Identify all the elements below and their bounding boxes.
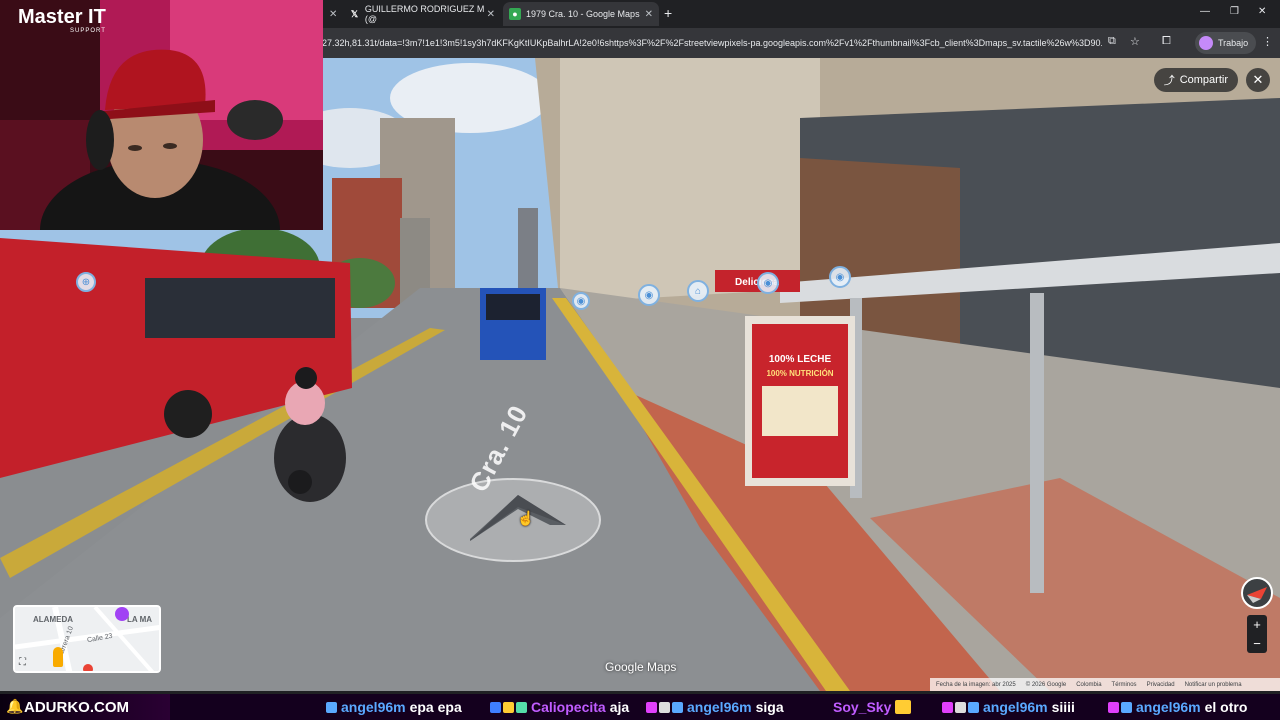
zoom-in-button[interactable]: + [1247, 615, 1267, 634]
close-tab-icon[interactable]: ✕ [487, 9, 495, 20]
poi-marker[interactable]: ⊕ [76, 272, 96, 292]
badge-icon [659, 701, 670, 713]
badge-icon [646, 701, 657, 713]
tab-partial[interactable]: ✕ [323, 2, 337, 26]
share-icon: ⤴ [1163, 75, 1175, 87]
badge-icon [503, 701, 514, 713]
country-link[interactable]: Colombia [1076, 682, 1101, 688]
screen: ✕ 𝕏 GUILLERMO RODRIGUEZ M (@ ✕ ● 1979 Cr… [0, 0, 1280, 720]
copyright: © 2026 Google [1025, 681, 1067, 688]
compass-icon[interactable] [1241, 577, 1273, 609]
privacy-link[interactable]: Privacidad [1147, 682, 1175, 688]
webcam-image [0, 0, 323, 230]
image-date: Fecha de la imagen: abr 2025 [936, 681, 1016, 688]
expand-map-icon[interactable]: ⛶ [19, 657, 26, 668]
chat-text: siiii [1051, 699, 1075, 715]
chat-text: aja [609, 699, 630, 715]
poi-marker[interactable]: ◉ [572, 292, 590, 310]
location-dot-icon [83, 664, 93, 671]
chat-username: angel96m [687, 699, 752, 715]
poi-marker[interactable]: ◉ [829, 266, 851, 288]
shopping-poi-icon[interactable]: ⌂ [687, 280, 709, 302]
minimap-label: LA MA [127, 615, 153, 624]
attribution-bar: Fecha de la imagen: abr 2025 © 2026 Goog… [930, 678, 1280, 691]
chat-message: angel96m siiii [942, 699, 1075, 715]
maximize-icon[interactable]: ❐ [1230, 6, 1239, 17]
chat-message: angel96m el otro [1108, 699, 1247, 715]
profile-button[interactable]: Trabajo [1195, 32, 1257, 54]
poi-marker[interactable]: ◉ [638, 284, 660, 306]
minimap-label: ALAMEDA [33, 615, 73, 624]
chat-message: angel96m siga [646, 699, 784, 715]
chat-message: angel96m epa epa [326, 699, 462, 715]
svg-text:100% LECHE: 100% LECHE [769, 354, 832, 365]
zoom-control: + − [1247, 615, 1267, 653]
brand-banner: 🔔 ADURKO.COM [0, 694, 170, 720]
stream-logo-sub: SUPPORT [70, 28, 106, 34]
tab-title: GUILLERMO RODRIGUEZ M (@ [364, 4, 485, 24]
chat-text: epa epa [409, 699, 462, 715]
new-tab-icon[interactable]: + [664, 5, 672, 21]
minimap-poi-icon [115, 607, 129, 621]
pegman-icon[interactable] [53, 647, 63, 667]
close-tab-icon[interactable]: ✕ [645, 9, 653, 20]
bookmark-star-icon[interactable]: ☆ [1130, 35, 1140, 48]
avatar [1199, 36, 1213, 50]
share-label: Compartir [1179, 74, 1228, 86]
badge-icon [1121, 701, 1132, 713]
stream-logo: Master IT [18, 6, 106, 28]
chat-username: Caliopecita [531, 699, 606, 715]
extensions-icon[interactable]: ⧠ [1162, 35, 1171, 48]
chat-username: Soy_Sky [833, 699, 892, 715]
x-logo-icon: 𝕏 [350, 8, 359, 19]
close-tab-icon[interactable]: ✕ [329, 9, 337, 20]
emote-icon [895, 700, 912, 714]
address-bar[interactable]: 27.32h,81.31t/data=!3m7!1e1!3m5!1sy3h7dK… [322, 32, 1102, 54]
install-app-icon[interactable]: ⧉ [1108, 35, 1116, 48]
poi-marker[interactable]: ◉ [757, 272, 779, 294]
badge-icon [968, 701, 979, 713]
close-icon: ✕ [1252, 72, 1264, 87]
badge-icon [1108, 701, 1119, 713]
svg-text:100% NUTRICIÓN: 100% NUTRICIÓN [766, 369, 833, 378]
terms-link[interactable]: Términos [1112, 682, 1137, 688]
chat-message: Caliopecita aja [490, 699, 629, 715]
close-streetview-button[interactable]: ✕ [1246, 68, 1270, 92]
chat-ticker: 🔔 ADURKO.COM angel96m epa epa Caliopecit… [0, 694, 1280, 720]
chat-username: angel96m [983, 699, 1048, 715]
webcam-overlay: Master IT SUPPORT [0, 0, 323, 230]
tab-google-maps[interactable]: ● 1979 Cra. 10 - Google Maps ✕ [503, 2, 659, 26]
chat-username: angel96m [1136, 699, 1201, 715]
chat-text: siga [755, 699, 784, 715]
google-maps-icon: ● [509, 8, 521, 20]
minimize-icon[interactable]: — [1200, 6, 1210, 17]
badge-icon [942, 701, 953, 713]
chat-text: el otro [1204, 699, 1248, 715]
share-button[interactable]: ⤴ Compartir [1153, 68, 1238, 92]
profile-label: Trabajo [1218, 38, 1249, 48]
tab-title: 1979 Cra. 10 - Google Maps [526, 9, 640, 19]
zoom-out-button[interactable]: − [1247, 634, 1267, 653]
close-window-icon[interactable]: ✕ [1258, 6, 1266, 17]
subscriber-badge-icon [326, 701, 337, 713]
brand-label: ADURKO.COM [24, 698, 129, 716]
google-maps-logo: Google Maps [605, 660, 677, 674]
mouse-cursor-icon: ☝ [517, 510, 535, 526]
tab-twitter[interactable]: 𝕏 GUILLERMO RODRIGUEZ M (@ ✕ [343, 2, 501, 26]
bell-icon: 🔔 [6, 698, 24, 714]
badge-icon [672, 701, 683, 713]
report-problem-link[interactable]: Notificar un problema [1185, 682, 1242, 688]
minimap[interactable]: ALAMEDA LA MA Carrera 10 Calle 23 ⛶ [13, 605, 161, 673]
chat-username: angel96m [341, 699, 406, 715]
badge-icon [955, 701, 966, 713]
badge-icon [516, 701, 527, 713]
badge-icon [490, 701, 501, 713]
menu-kebab-icon[interactable]: ⋮ [1262, 35, 1273, 48]
chat-message: Soy_Sky [833, 699, 912, 715]
